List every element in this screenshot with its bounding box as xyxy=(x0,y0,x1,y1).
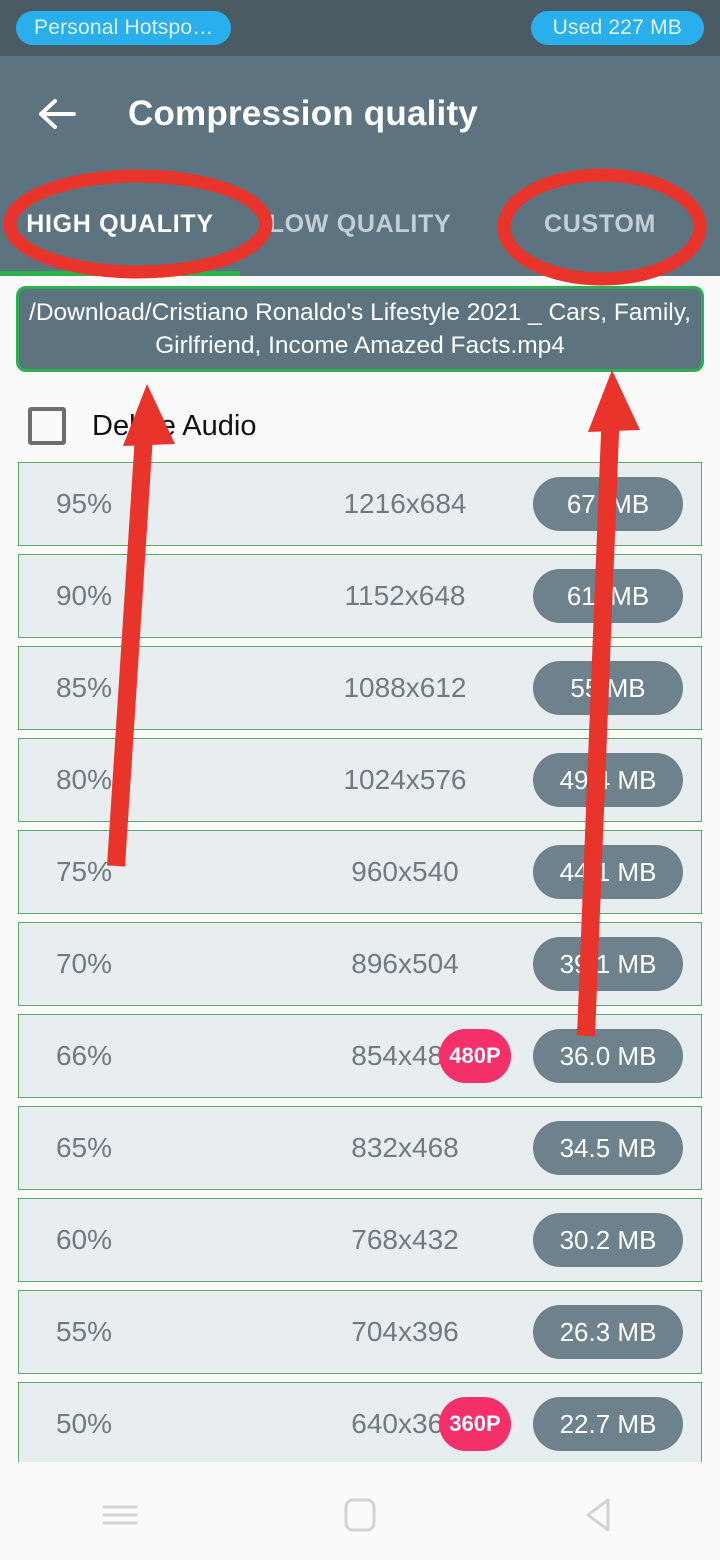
phone-screen: Personal Hotspo… Used 227 MB Compression… xyxy=(0,0,720,1560)
quality-row[interactable]: 50%640x360360P22.7 MB xyxy=(18,1382,702,1462)
quality-options-list[interactable]: 95%1216x68467. MB90%1152x64861. MB85%108… xyxy=(0,462,720,1462)
estimated-size-badge: 55 MB xyxy=(533,661,683,715)
quality-percent: 55% xyxy=(19,1316,149,1348)
estimated-size-badge: 22.7 MB xyxy=(533,1397,683,1451)
quality-percent: 90% xyxy=(19,580,149,612)
quality-row[interactable]: 60%768x43230.2 MB xyxy=(18,1198,702,1282)
system-navigation-bar xyxy=(0,1470,720,1560)
estimated-size-badge: 26.3 MB xyxy=(533,1305,683,1359)
quality-row[interactable]: 90%1152x64861. MB xyxy=(18,554,702,638)
estimated-size-badge: 34.5 MB xyxy=(533,1121,683,1175)
estimated-size-badge: 49 4 MB xyxy=(533,753,683,807)
quality-percent: 95% xyxy=(19,488,149,520)
quality-percent: 70% xyxy=(19,948,149,980)
arrow-left-icon[interactable] xyxy=(26,79,96,149)
page-title: Compression quality xyxy=(128,94,478,134)
estimated-size-badge: 67. MB xyxy=(533,477,683,531)
status-bar: Personal Hotspo… Used 227 MB xyxy=(0,0,720,56)
quality-percent: 65% xyxy=(19,1132,149,1164)
estimated-size-badge: 30.2 MB xyxy=(533,1213,683,1267)
tab-bar: HIGH QUALITY LOW QUALITY CUSTOM xyxy=(0,172,720,276)
resolution-p-badge: 360P xyxy=(439,1397,511,1451)
resolution-p-badge: 480P xyxy=(439,1029,511,1083)
quality-row[interactable]: 95%1216x68467. MB xyxy=(18,462,702,546)
quality-percent: 50% xyxy=(19,1408,149,1440)
tab-low-quality[interactable]: LOW QUALITY xyxy=(240,172,480,276)
personal-hotspot-chip[interactable]: Personal Hotspo… xyxy=(16,11,231,45)
quality-percent: 80% xyxy=(19,764,149,796)
delete-audio-label: Delete Audio xyxy=(92,410,256,443)
estimated-size-badge: 36.0 MB xyxy=(533,1029,683,1083)
quality-percent: 60% xyxy=(19,1224,149,1256)
estimated-size-badge: 44 1 MB xyxy=(533,845,683,899)
quality-row[interactable]: 80%1024x57649 4 MB xyxy=(18,738,702,822)
delete-audio-row[interactable]: Delete Audio xyxy=(0,392,720,460)
file-path-banner[interactable]: /Download/Cristiano Ronaldo's Lifestyle … xyxy=(16,286,704,372)
estimated-size-badge: 39 1 MB xyxy=(533,937,683,991)
estimated-size-badge: 61. MB xyxy=(533,569,683,623)
quality-row[interactable]: 66%854x480480P36.0 MB xyxy=(18,1014,702,1098)
quality-row[interactable]: 70%896x50439 1 MB xyxy=(18,922,702,1006)
tab-custom[interactable]: CUSTOM xyxy=(480,172,720,276)
quality-row[interactable]: 65%832x46834.5 MB xyxy=(18,1106,702,1190)
quality-percent: 75% xyxy=(19,856,149,888)
hamburger-menu-icon[interactable] xyxy=(75,1485,165,1545)
app-bar: Compression quality xyxy=(0,56,720,172)
home-square-icon[interactable] xyxy=(315,1485,405,1545)
data-used-chip[interactable]: Used 227 MB xyxy=(531,11,704,45)
quality-row[interactable]: 55%704x39626.3 MB xyxy=(18,1290,702,1374)
quality-percent: 85% xyxy=(19,672,149,704)
quality-percent: 66% xyxy=(19,1040,149,1072)
back-triangle-icon[interactable] xyxy=(555,1485,645,1545)
delete-audio-checkbox[interactable] xyxy=(28,407,66,445)
quality-row[interactable]: 85%1088x61255 MB xyxy=(18,646,702,730)
tab-high-quality[interactable]: HIGH QUALITY xyxy=(0,172,240,276)
quality-row[interactable]: 75%960x54044 1 MB xyxy=(18,830,702,914)
